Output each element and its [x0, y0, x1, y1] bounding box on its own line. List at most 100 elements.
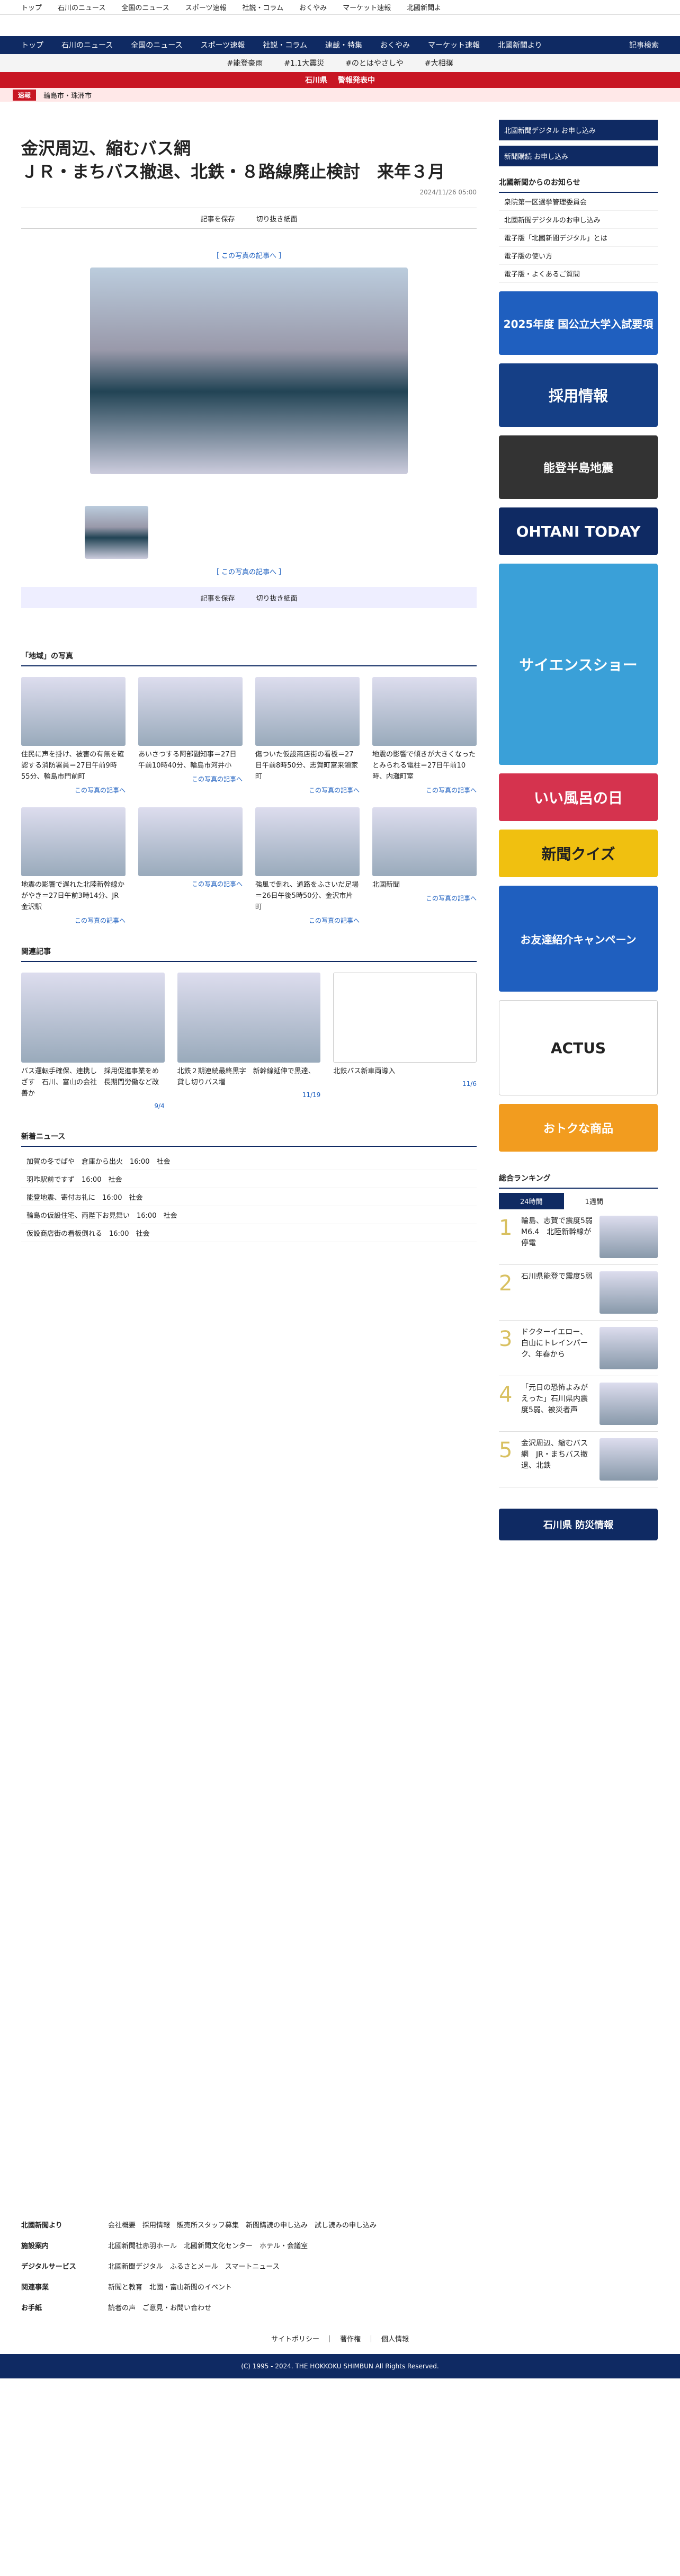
footer-links[interactable]: 北國新聞社赤羽ホール 北國新聞文化センター ホテル・会議室: [108, 2240, 308, 2250]
card-link[interactable]: この写真の記事へ: [21, 786, 126, 795]
side-link[interactable]: 新聞購読 お申し込み: [499, 146, 658, 166]
footer-links[interactable]: 会社概要 採用情報 販売所スタッフ募集 新聞購読の申し込み 試し読みの申し込み: [108, 2220, 377, 2230]
ranking-item[interactable]: 1 輪島、志賀で震度5弱 M6.4 北陸新幹線が停電: [499, 1209, 658, 1265]
side-item[interactable]: 北國新聞デジタルのお申し込み: [499, 211, 658, 229]
card-link[interactable]: この写真の記事へ: [372, 786, 477, 795]
footer-label: 北國新聞より: [21, 2222, 62, 2230]
topic-tag[interactable]: #能登豪雨: [227, 58, 263, 68]
footer-links[interactable]: 北國新聞デジタル ふるさとメール スマートニュース: [108, 2261, 280, 2271]
side-item[interactable]: 電子版の使い方: [499, 247, 658, 265]
ranking-item[interactable]: 5 金沢周辺、縮むバス網 JR・まちバス撤退、北鉄: [499, 1432, 658, 1487]
photo-link[interactable]: ［ この写真の記事へ ］: [21, 250, 477, 260]
title-line: 金沢周辺、縮むバス網: [21, 138, 191, 158]
topnav-item[interactable]: スポーツ速報: [185, 2, 227, 12]
article-actions: 記事を保存 切り抜き紙面: [21, 208, 477, 229]
news-item[interactable]: 加賀の冬でばや 倉庫から出火 16:00 社会: [21, 1152, 477, 1170]
clip-button[interactable]: 切り抜き紙面: [256, 593, 298, 603]
card-caption: 北鉄２期連続最終黒字 新幹線延伸で黒達、貸し切りバス増: [177, 1067, 315, 1086]
news-item[interactable]: 羽咋駅前ですず 16:00 社会: [21, 1170, 477, 1188]
warning-banner[interactable]: 石川県 警報発表中: [0, 72, 680, 88]
ad-banner[interactable]: ACTUS: [499, 1000, 658, 1095]
related-card[interactable]: バス運転手確保、連携し 採用促進事業をめざす 石川、富山の会社 長期間労働など改…: [21, 973, 165, 1110]
ad-banner[interactable]: おトクな商品: [499, 1104, 658, 1152]
card-link[interactable]: この写真の記事へ: [372, 894, 477, 903]
topic-tag[interactable]: #1.1大震災: [284, 58, 324, 68]
nav-item[interactable]: 連載・特集: [325, 40, 362, 50]
ranking-tab[interactable]: 24時間: [499, 1193, 564, 1209]
ad-banner[interactable]: OHTANI TODAY: [499, 507, 658, 555]
topnav-item[interactable]: トップ: [21, 2, 42, 12]
nav-item[interactable]: スポーツ速報: [201, 40, 245, 50]
nav-item[interactable]: 全国のニュース: [131, 40, 182, 50]
privacy-links[interactable]: サイトポリシー ｜ 著作権 ｜ 個人情報: [0, 2333, 680, 2343]
topnav-item[interactable]: 社説・コラム: [242, 2, 283, 12]
save-button[interactable]: 記事を保存: [200, 593, 235, 603]
card-link[interactable]: この写真の記事へ: [138, 774, 243, 783]
rank-image: [600, 1327, 658, 1369]
ad-banner[interactable]: お友達紹介キャンペーン: [499, 886, 658, 992]
bosai-banner[interactable]: 石川県 防災情報: [499, 1509, 658, 1540]
news-item[interactable]: 能登地震、寄付お礼に 16:00 社会: [21, 1188, 477, 1206]
ad-banner[interactable]: 採用情報: [499, 363, 658, 427]
ad-banner[interactable]: 新聞クイズ: [499, 830, 658, 877]
ad-banner[interactable]: 能登半島地震: [499, 435, 658, 499]
save-button[interactable]: 記事を保存: [200, 213, 235, 224]
topic-tag[interactable]: #大相撲: [425, 58, 453, 68]
topnav-item[interactable]: マーケット速報: [343, 2, 391, 12]
topnav-item[interactable]: 全国のニュース: [121, 2, 169, 12]
side-item[interactable]: 衆院第一区選挙管理委員会: [499, 193, 658, 211]
related-card[interactable]: 北鉄２期連続最終黒字 新幹線延伸で黒達、貸し切りバス増 11/19: [177, 973, 321, 1110]
news-item[interactable]: 輪島の仮設住宅、両陛下お見舞い 16:00 社会: [21, 1206, 477, 1224]
ad-banner[interactable]: いい風呂の日: [499, 773, 658, 821]
footer-links[interactable]: 読者の声 ご意見・お問い合わせ: [108, 2302, 211, 2312]
region-card[interactable]: あいさつする阿部副知事＝27日午前10時40分、輪島市河井小 この写真の記事へ: [138, 677, 243, 795]
rank-number: 1: [499, 1216, 513, 1240]
region-card[interactable]: この写真の記事へ: [138, 807, 243, 925]
topnav-item[interactable]: 北國新聞よ: [407, 2, 441, 12]
topnav-item[interactable]: 石川のニュース: [58, 2, 105, 12]
footer-links[interactable]: 新聞と教育 北國・富山新聞のイベント: [108, 2281, 232, 2292]
ranking-item[interactable]: 3 ドクターイエロー、白山にトレインパーク、年春から: [499, 1321, 658, 1376]
region-card[interactable]: 地震の影響で傾きが大きくなったとみられる電柱＝27日午前10時、内灘町室 この写真…: [372, 677, 477, 795]
breaking-text: 輪島市・珠洲市: [43, 92, 92, 100]
region-heading: 「地域」の写真: [21, 650, 477, 666]
nav-item[interactable]: 社説・コラム: [263, 40, 307, 50]
card-link[interactable]: この写真の記事へ: [138, 879, 243, 888]
region-card[interactable]: 地震の影響で遅れた北陸新幹線かがやき＝27日午前3時14分、JR金沢駅 この写真の…: [21, 807, 126, 925]
topnav-item[interactable]: おくやみ: [299, 2, 327, 12]
search-button[interactable]: 記事検索: [629, 40, 659, 50]
nav-item[interactable]: マーケット速報: [428, 40, 480, 50]
side-heading: 北國新聞からのお知らせ: [499, 177, 658, 193]
card-link[interactable]: この写真の記事へ: [255, 916, 360, 925]
ranking-item[interactable]: 2 石川県能登で震度5弱: [499, 1265, 658, 1321]
photo-link[interactable]: ［ この写真の記事へ ］: [21, 566, 477, 576]
region-card[interactable]: 傷ついた仮設商店街の看板＝27日午前8時50分、志賀町富来領家町この写真の記事へ: [255, 677, 360, 795]
thumb-photo[interactable]: [85, 506, 148, 559]
ranking-item[interactable]: 4 「元日の恐怖よみがえった」石川県内震度5弱、被災者声: [499, 1376, 658, 1432]
clip-button[interactable]: 切り抜き紙面: [256, 213, 298, 224]
ad-banner[interactable]: サイエンスショー: [499, 564, 658, 765]
nav-item[interactable]: おくやみ: [380, 40, 410, 50]
breaking-bar[interactable]: 速報 輪島市・珠洲市: [0, 88, 680, 102]
ranking-tab[interactable]: 1週間: [564, 1193, 624, 1209]
side-link[interactable]: 北國新聞デジタル お申し込み: [499, 120, 658, 140]
card-image: [21, 973, 165, 1063]
card-link[interactable]: この写真の記事へ: [21, 916, 126, 925]
region-card[interactable]: 住民に声を掛け、被害の有無を確認する消防署員＝27日午前9時55分、輪島市門前町…: [21, 677, 126, 795]
region-card[interactable]: 北國新聞 この写真の記事へ: [372, 807, 477, 925]
card-caption: 傷ついた仮設商店街の看板＝27日午前8時50分、志賀町富来領家町: [255, 751, 358, 781]
side-item[interactable]: 電子版「北國新聞デジタル」とは: [499, 229, 658, 247]
side-item[interactable]: 電子版・よくあるご質問: [499, 265, 658, 283]
nav-item[interactable]: トップ: [21, 40, 43, 50]
topic-tag[interactable]: #のとはやさしや: [345, 58, 404, 68]
related-card[interactable]: 北鉄バス新車両導入 11/6: [333, 973, 477, 1110]
nav-item[interactable]: 石川のニュース: [61, 40, 113, 50]
ad-banner[interactable]: 2025年度 国公立大学入試要項: [499, 291, 658, 355]
news-item[interactable]: 仮設商店街の看板倒れる 16:00 社会: [21, 1224, 477, 1242]
footer-row: 施設案内 北國新聞社赤羽ホール 北國新聞文化センター ホテル・会議室: [0, 2235, 680, 2256]
main-photo[interactable]: [90, 268, 408, 474]
nav-item[interactable]: 北國新聞より: [498, 40, 542, 50]
region-card[interactable]: 強風で倒れ、道路をふさいだ足場＝26日午後5時50分、金沢市片町 この写真の記事へ: [255, 807, 360, 925]
region-grid: 住民に声を掛け、被害の有無を確認する消防署員＝27日午前9時55分、輪島市門前町…: [21, 677, 477, 925]
card-link[interactable]: この写真の記事へ: [255, 786, 360, 795]
